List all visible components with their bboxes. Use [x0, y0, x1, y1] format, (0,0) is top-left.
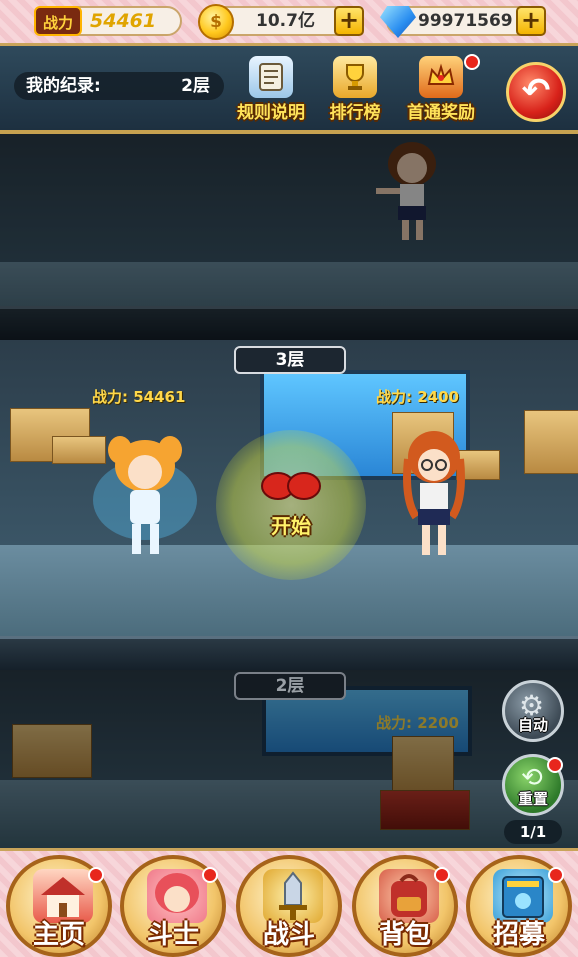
- nav-fighters[interactable]: 斗士: [120, 855, 226, 957]
- add-gem-button[interactable]: +: [516, 6, 546, 36]
- auto-label: 自动: [517, 716, 548, 734]
- my-record: 我的纪录: 2层: [14, 72, 224, 100]
- power-value: 54461: [90, 10, 157, 32]
- nav-recruit[interactable]: 招募: [466, 855, 572, 957]
- rules-label: 规则说明: [237, 103, 305, 123]
- enemy-power: 战力: 2400: [376, 388, 459, 406]
- record-value: 2层: [181, 76, 210, 96]
- first-clear-reward-button[interactable]: 首通奖励: [396, 54, 486, 128]
- reset-counter: 1/1: [504, 820, 562, 844]
- auto-button[interactable]: ⚙ 自动: [502, 680, 564, 742]
- start-battle-button[interactable]: 开始: [216, 430, 366, 580]
- resource-bar: 战力 54461 $ 10.7亿 + 99971569 +: [0, 0, 578, 46]
- leaderboard-button[interactable]: 排行榜: [310, 56, 400, 128]
- reset-button[interactable]: ⟲ 重置: [502, 754, 564, 816]
- scroll-icon: [249, 56, 293, 98]
- add-gold-button[interactable]: +: [334, 6, 364, 36]
- first-clear-reward-label: 首通奖励: [407, 103, 475, 123]
- player-power: 战力: 54461: [92, 388, 186, 406]
- gold-value: 10.7亿: [256, 11, 315, 31]
- crate: [524, 410, 578, 474]
- back-button[interactable]: ↶: [506, 62, 566, 122]
- power-display: 战力 54461: [34, 6, 182, 36]
- floor-upper: [0, 134, 578, 340]
- power-icon: 战力: [34, 6, 82, 36]
- notification-dot: [88, 867, 104, 883]
- floor-label-current: 3层: [234, 346, 346, 374]
- reset-label: 重置: [517, 790, 548, 808]
- notification-dot: [464, 54, 480, 70]
- reward-crown-icon: [419, 56, 463, 98]
- nav-home[interactable]: 主页: [6, 855, 112, 957]
- nav-backpack-label: 背包: [378, 920, 431, 950]
- nav-recruit-label: 招募: [492, 920, 545, 950]
- tower-header: 我的纪录: 2层 规则说明 排行榜 首通奖励 ↶: [0, 46, 578, 134]
- back-arrow-icon: ↶: [521, 71, 551, 111]
- lower-enemy-power: 战力: 2200: [376, 714, 459, 732]
- start-label: 开始: [271, 514, 311, 538]
- notification-dot: [548, 867, 564, 883]
- nav-fighters-label: 斗士: [146, 920, 199, 950]
- trophy-icon: [333, 56, 377, 98]
- gem-value: 99971569: [418, 11, 513, 31]
- gold-coin-icon: $: [198, 4, 234, 40]
- notification-dot: [547, 757, 563, 773]
- floor-label-lower: 2层: [234, 672, 346, 700]
- leaderboard-label: 排行榜: [329, 103, 381, 123]
- nav-battle[interactable]: 战斗: [236, 855, 342, 957]
- notification-dot: [202, 867, 218, 883]
- notification-dot: [434, 867, 450, 883]
- bottom-nav: 主页 斗士 战斗 背包 招募: [0, 848, 578, 957]
- record-label: 我的纪录:: [26, 76, 101, 96]
- enemy-fighter[interactable]: [394, 425, 474, 565]
- player-fighter[interactable]: [90, 430, 200, 570]
- rules-button[interactable]: 规则说明: [226, 56, 316, 128]
- gold-display: $ 10.7亿 +: [198, 4, 364, 40]
- nav-backpack[interactable]: 背包: [352, 855, 458, 957]
- diamond-icon: [380, 6, 416, 38]
- gem-display: 99971569 +: [380, 6, 546, 38]
- nav-home-label: 主页: [32, 920, 85, 950]
- boxing-gloves-icon: [261, 472, 321, 500]
- nav-battle-label: 战斗: [262, 920, 315, 950]
